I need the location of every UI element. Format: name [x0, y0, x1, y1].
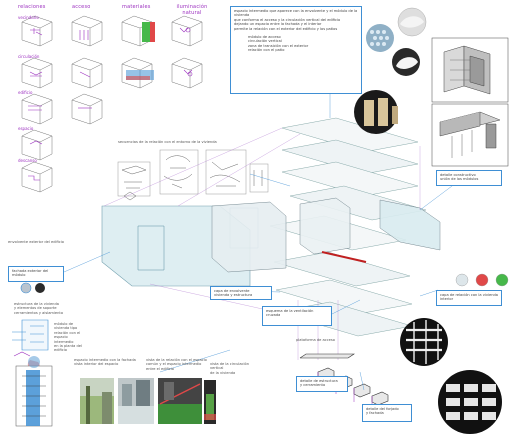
construction-detail-1: [431, 37, 509, 103]
iso-box: [71, 93, 103, 125]
matrix-grid: [21, 15, 203, 193]
photo-4: [204, 380, 216, 424]
bottom-left-note: módulo de vivienda tipo relación con el …: [54, 322, 82, 353]
right-top-label-box: detalle constructivo unión de los módulo…: [436, 170, 502, 186]
circulation-label-text: esquema de la ventilación cruzada: [266, 309, 314, 318]
left-mid-box: fachada exterior del módulo: [8, 266, 64, 282]
iso-box: [21, 129, 53, 161]
bottom-left-note-2: espacio intermedio con la fachada vista …: [74, 358, 136, 367]
swatch-circle: [455, 273, 469, 287]
photo-3: [158, 378, 202, 424]
bottom-mid-note-2: vista de la circulación vertical de la v…: [210, 362, 250, 375]
iso-box: [71, 57, 103, 89]
envelope-label-box: capa de envolvente vivienda y estructura: [210, 286, 272, 300]
top-description-sub: módulo de acceso circulación vertical zo…: [248, 35, 309, 53]
top-description-text: espacio intermedio que aparece con la en…: [234, 9, 358, 31]
iso-box: [21, 57, 53, 89]
row-label: circulación: [18, 54, 40, 59]
access-label: plataforma de acceso: [296, 338, 335, 342]
top-description-box: espacio intermedio que aparece con la en…: [230, 6, 362, 94]
row-label: espacio: [18, 126, 34, 131]
iso-box: [21, 161, 53, 193]
swatch-left-2: [35, 283, 45, 293]
row-label: vecindario: [18, 15, 39, 20]
swatch-row: [455, 273, 509, 287]
bottom-mid-note: vista de la relación con el espacio comú…: [146, 358, 207, 371]
structure-note: estructura de la vivienda y elementos de…: [14, 302, 64, 315]
envelope-label-text: capa de envolvente vivienda y estructura: [214, 289, 253, 298]
bottom-floor-box: detalle de estructura y cerramiento: [296, 376, 348, 392]
structure-circle-1: [400, 318, 448, 366]
sketches-caption: secuencias de la relación con el entorno…: [118, 140, 217, 144]
photo-2: [118, 378, 154, 424]
bottom-right-text: detalle del forjado y fachada: [366, 407, 399, 416]
bottom-floor-text: detalle de estructura y cerramiento: [300, 379, 338, 388]
column-header-relaciones: relaciones: [18, 4, 46, 10]
tower-elevation: [15, 356, 53, 427]
row-label: edificio: [18, 90, 33, 95]
sketches: [117, 149, 269, 201]
swatch-left-1: [20, 282, 32, 294]
swatch-circle: [495, 273, 509, 287]
material-red: [150, 22, 155, 42]
row-label: descanso: [18, 158, 37, 163]
right-mid-label-text: capa de relación con la vivienda interio…: [440, 293, 499, 302]
photo-1: [80, 378, 114, 424]
bottom-right-box: detalle del forjado y fachada: [362, 404, 412, 422]
material-circle-4: [354, 90, 398, 134]
facade-caption: envolvente exterior del edificio: [8, 240, 64, 244]
matrix-accents: [28, 27, 193, 181]
column-header-iluminacion: iluminación natural: [176, 4, 208, 16]
swatch-circle: [475, 273, 489, 287]
right-mid-label-box: capa de relación con la vivienda interio…: [436, 290, 502, 306]
right-top-label-text: detalle constructivo unión de los módulo…: [440, 173, 479, 182]
column-header-materiales: materiales: [122, 4, 151, 10]
left-mid-text: fachada exterior del módulo: [12, 269, 49, 278]
iso-box: [71, 15, 103, 47]
iso-box: [21, 15, 53, 47]
iso-box: [21, 93, 53, 125]
column-header-acceso: acceso: [72, 4, 91, 10]
iso-box: [171, 15, 203, 47]
circulation-label-box: esquema de la ventilación cruzada: [262, 306, 332, 326]
construction-detail-2: [431, 103, 509, 167]
